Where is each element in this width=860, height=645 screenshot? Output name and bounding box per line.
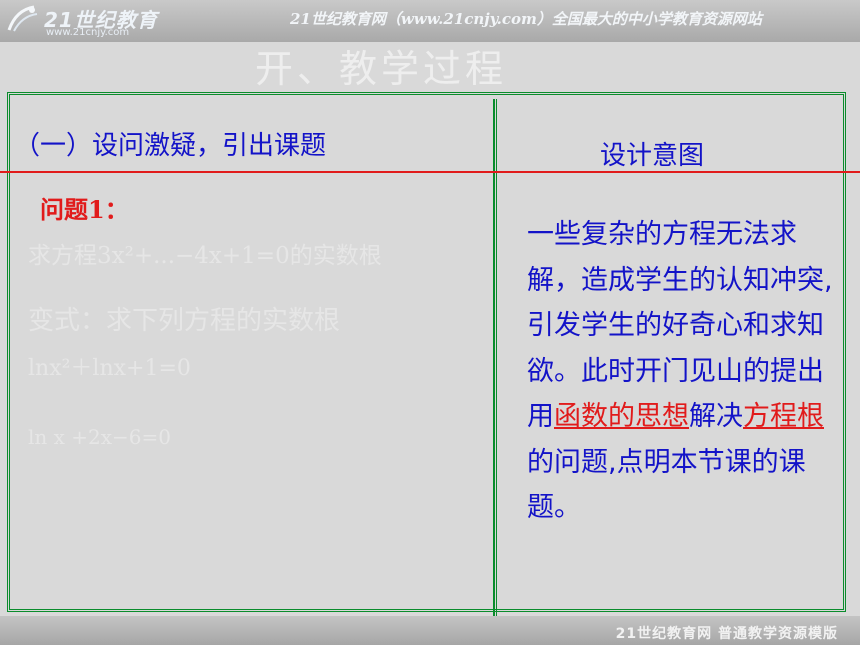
- faded-line-2: 变式：求下列方程的实数根: [28, 306, 341, 336]
- faded-line-4: ln x +2x−6=0: [28, 425, 171, 449]
- design-text-part-2: 解决: [689, 401, 743, 432]
- design-text-part-3: 的问题,点明本节课的课题。: [527, 446, 806, 524]
- logo-url: www.21cnjy.com: [46, 27, 130, 38]
- column-divider: [493, 99, 497, 621]
- design-intent-text: 一些复杂的方程无法求解，造成学生的认知冲突,引发学生的好奇心和求知欲。此时开门见…: [527, 212, 837, 531]
- design-intent-title: 设计意图: [600, 141, 705, 171]
- footer-text: 21世纪教育网 普通教学资源模版: [615, 626, 838, 642]
- logo-icon: [7, 5, 38, 32]
- highlight-function-idea: 函数的思想: [554, 401, 689, 432]
- faded-line-3: lnx²＋lnx+1=0: [28, 356, 191, 381]
- header-underline: [0, 171, 860, 173]
- background-title: 开、教学过程: [255, 47, 508, 91]
- problem-label: 问题1：: [40, 195, 129, 224]
- highlight-equation-root: 方程根: [743, 401, 824, 432]
- faded-line-1: 求方程3x²+...−4x+1=0的实数根: [28, 243, 382, 269]
- header-banner: 21世纪教育网（www.21cnjy.com）全国最大的中小学教育资源网站: [290, 10, 762, 28]
- section-title: （一）设问激疑，引出课题: [14, 131, 327, 161]
- header-bar: 21世纪教育 www.21cnjy.com 21世纪教育网（www.21cnjy…: [0, 0, 860, 42]
